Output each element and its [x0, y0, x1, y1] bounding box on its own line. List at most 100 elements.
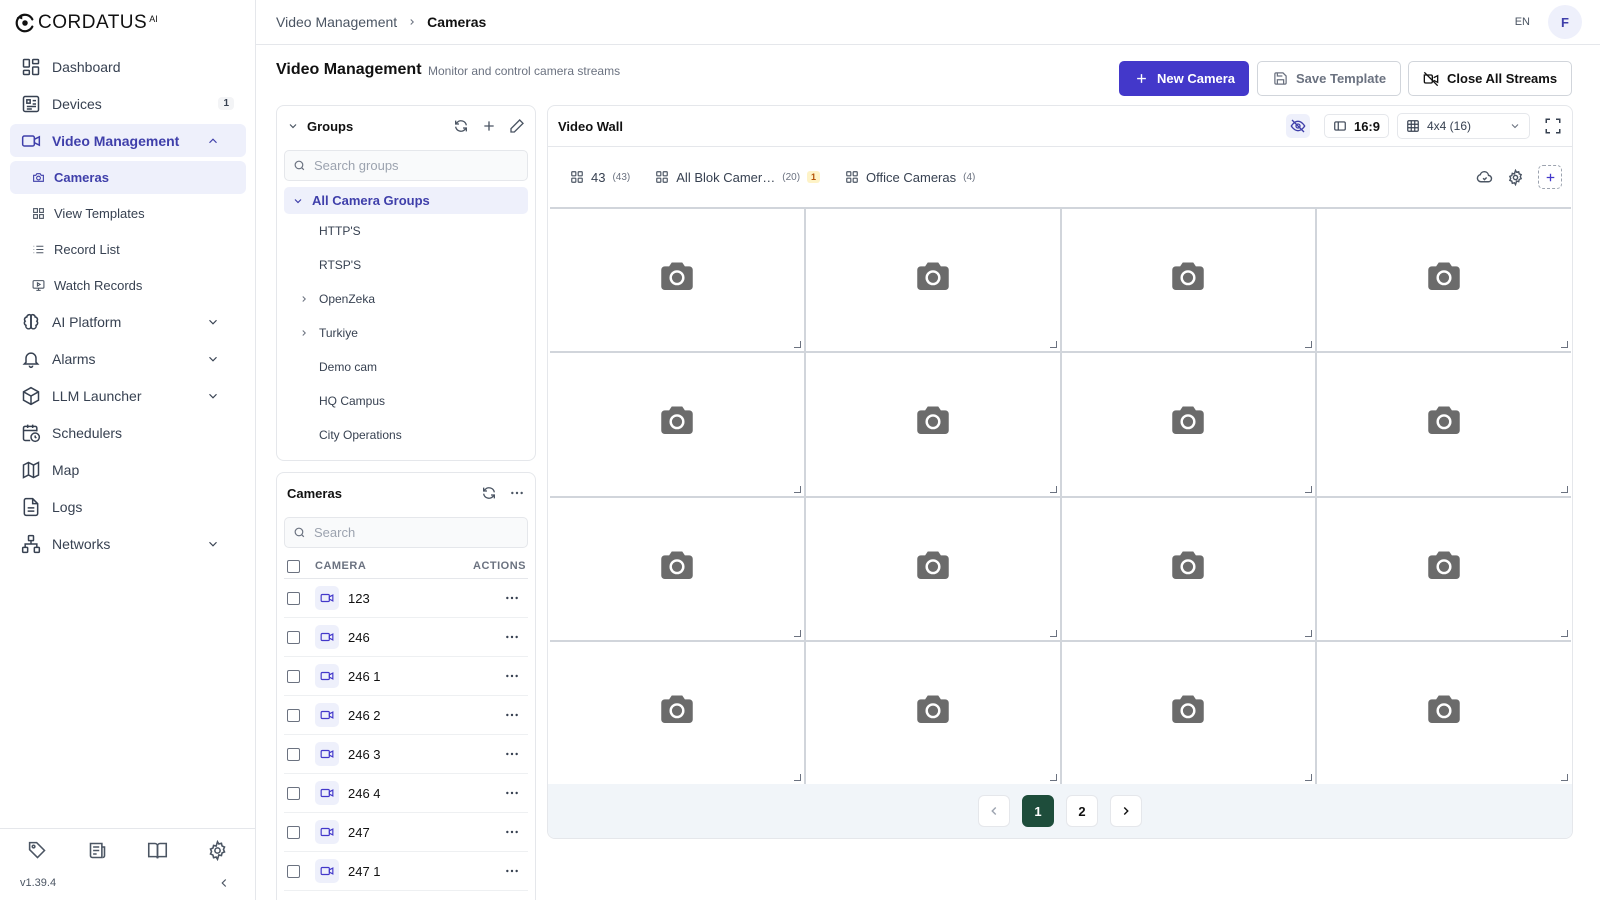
newspaper-icon[interactable]	[86, 839, 108, 861]
sidebar-item-dashboard[interactable]: Dashboard	[10, 50, 246, 83]
sidebar-item-map[interactable]: Map	[10, 453, 246, 486]
video-cell[interactable]	[805, 641, 1060, 784]
resize-handle[interactable]	[1049, 485, 1057, 493]
sidebar-subitem-watch-records[interactable]: Watch Records	[10, 269, 246, 302]
group-item[interactable]: OpenZeka	[277, 282, 535, 316]
group-item[interactable]: City Operations	[277, 418, 535, 452]
refresh-icon[interactable]	[481, 485, 497, 501]
save-template-button[interactable]: Save Template	[1257, 61, 1402, 96]
camera-search-input[interactable]	[314, 525, 514, 540]
video-cell[interactable]	[1061, 497, 1316, 640]
aspect-ratio-button[interactable]: 16:9	[1323, 114, 1389, 138]
video-cell[interactable]	[1317, 353, 1571, 496]
more-horizontal-icon[interactable]	[504, 629, 520, 645]
page-button[interactable]: 1	[1022, 795, 1054, 827]
sidebar-subitem-record-list[interactable]: Record List	[10, 233, 246, 266]
resize-handle[interactable]	[1049, 341, 1057, 349]
video-cell[interactable]	[805, 497, 1060, 640]
resize-handle[interactable]	[793, 629, 801, 637]
video-cell[interactable]	[1061, 353, 1316, 496]
chevron-down-icon[interactable]	[202, 533, 224, 555]
resize-handle[interactable]	[1049, 629, 1057, 637]
sidebar-item-networks[interactable]: Networks	[10, 527, 246, 560]
more-horizontal-icon[interactable]	[504, 707, 520, 723]
video-cell[interactable]	[550, 641, 804, 784]
row-checkbox[interactable]	[287, 630, 300, 644]
resize-handle[interactable]	[1561, 774, 1568, 781]
video-cell[interactable]	[805, 353, 1060, 496]
more-horizontal-icon[interactable]	[504, 785, 520, 801]
gear-icon[interactable]	[1507, 168, 1524, 186]
more-horizontal-icon[interactable]	[509, 485, 525, 501]
select-all-checkbox[interactable]	[287, 559, 300, 573]
chevron-down-icon[interactable]	[202, 385, 224, 407]
group-item[interactable]: Turkiye	[277, 316, 535, 350]
template-tab[interactable]: All Blok Camer… (20) 1	[655, 170, 821, 185]
video-cell[interactable]	[550, 353, 804, 496]
table-row[interactable]: 246 3	[284, 735, 528, 774]
more-horizontal-icon[interactable]	[504, 668, 520, 684]
more-horizontal-icon[interactable]	[504, 824, 520, 840]
language-switcher[interactable]: EN	[1515, 16, 1530, 28]
group-item[interactable]: HTTP'S	[277, 214, 535, 248]
group-all-camera-groups[interactable]: All Camera Groups	[284, 187, 528, 214]
next-page-button[interactable]	[1110, 795, 1142, 827]
resize-handle[interactable]	[1305, 629, 1313, 637]
chevron-down-icon[interactable]	[287, 120, 299, 132]
video-cell[interactable]	[1317, 209, 1571, 352]
table-row[interactable]: 123	[284, 579, 528, 618]
table-row[interactable]: 246 2	[284, 696, 528, 735]
video-cell[interactable]	[805, 209, 1060, 352]
resize-handle[interactable]	[1049, 774, 1057, 781]
sidebar-item-devices[interactable]: Devices 1	[10, 87, 246, 120]
chevron-down-icon[interactable]	[202, 311, 224, 333]
table-row[interactable]: 246 1	[284, 657, 528, 696]
gear-icon[interactable]	[206, 839, 228, 861]
resize-handle[interactable]	[1561, 485, 1568, 493]
template-tab[interactable]: 43 (43)	[570, 170, 630, 185]
chevron-up-icon[interactable]	[202, 130, 224, 152]
video-cell[interactable]	[1317, 641, 1571, 784]
group-item[interactable]: Demo cam	[277, 350, 535, 384]
video-cell[interactable]	[1061, 641, 1316, 784]
more-horizontal-icon[interactable]	[504, 746, 520, 762]
new-camera-button[interactable]: New Camera	[1119, 61, 1250, 96]
video-cell[interactable]	[1061, 209, 1316, 352]
plus-icon[interactable]	[481, 118, 497, 134]
resize-handle[interactable]	[793, 485, 801, 493]
sidebar-subitem-view-templates[interactable]: View Templates	[10, 197, 246, 230]
more-horizontal-icon[interactable]	[504, 863, 520, 879]
pencil-icon[interactable]	[509, 118, 525, 134]
resize-handle[interactable]	[1561, 341, 1568, 349]
sidebar-subitem-cameras[interactable]: Cameras	[10, 161, 246, 194]
video-cell[interactable]	[550, 209, 804, 352]
refresh-icon[interactable]	[453, 118, 469, 134]
resize-handle[interactable]	[1305, 341, 1313, 349]
table-row[interactable]: 246	[284, 618, 528, 657]
more-horizontal-icon[interactable]	[504, 590, 520, 606]
row-checkbox[interactable]	[287, 864, 300, 878]
resize-handle[interactable]	[1305, 774, 1313, 781]
page-button[interactable]: 2	[1066, 795, 1098, 827]
row-checkbox[interactable]	[287, 786, 300, 800]
cloud-sync-icon[interactable]	[1476, 169, 1493, 186]
chevron-right-icon[interactable]	[299, 328, 309, 338]
tag-icon[interactable]	[26, 839, 48, 861]
table-row[interactable]: 246 4	[284, 774, 528, 813]
book-open-icon[interactable]	[146, 839, 168, 861]
sidebar-item-llm-launcher[interactable]: LLM Launcher	[10, 379, 246, 412]
add-template-button[interactable]	[1538, 165, 1562, 189]
sidebar-item-schedulers[interactable]: Schedulers	[10, 416, 246, 449]
resize-handle[interactable]	[1561, 629, 1568, 637]
template-tab[interactable]: Office Cameras (4)	[845, 170, 975, 185]
row-checkbox[interactable]	[287, 591, 300, 605]
resize-handle[interactable]	[793, 341, 801, 349]
group-search-input[interactable]	[314, 158, 514, 173]
sidebar-item-video-management[interactable]: Video Management	[10, 124, 246, 157]
video-cell[interactable]	[1317, 497, 1571, 640]
row-checkbox[interactable]	[287, 669, 300, 683]
logo[interactable]: CORDATUS AI	[14, 10, 158, 36]
table-row[interactable]: 247	[284, 813, 528, 852]
sidebar-item-ai-platform[interactable]: AI Platform	[10, 305, 246, 338]
resize-handle[interactable]	[793, 774, 801, 781]
